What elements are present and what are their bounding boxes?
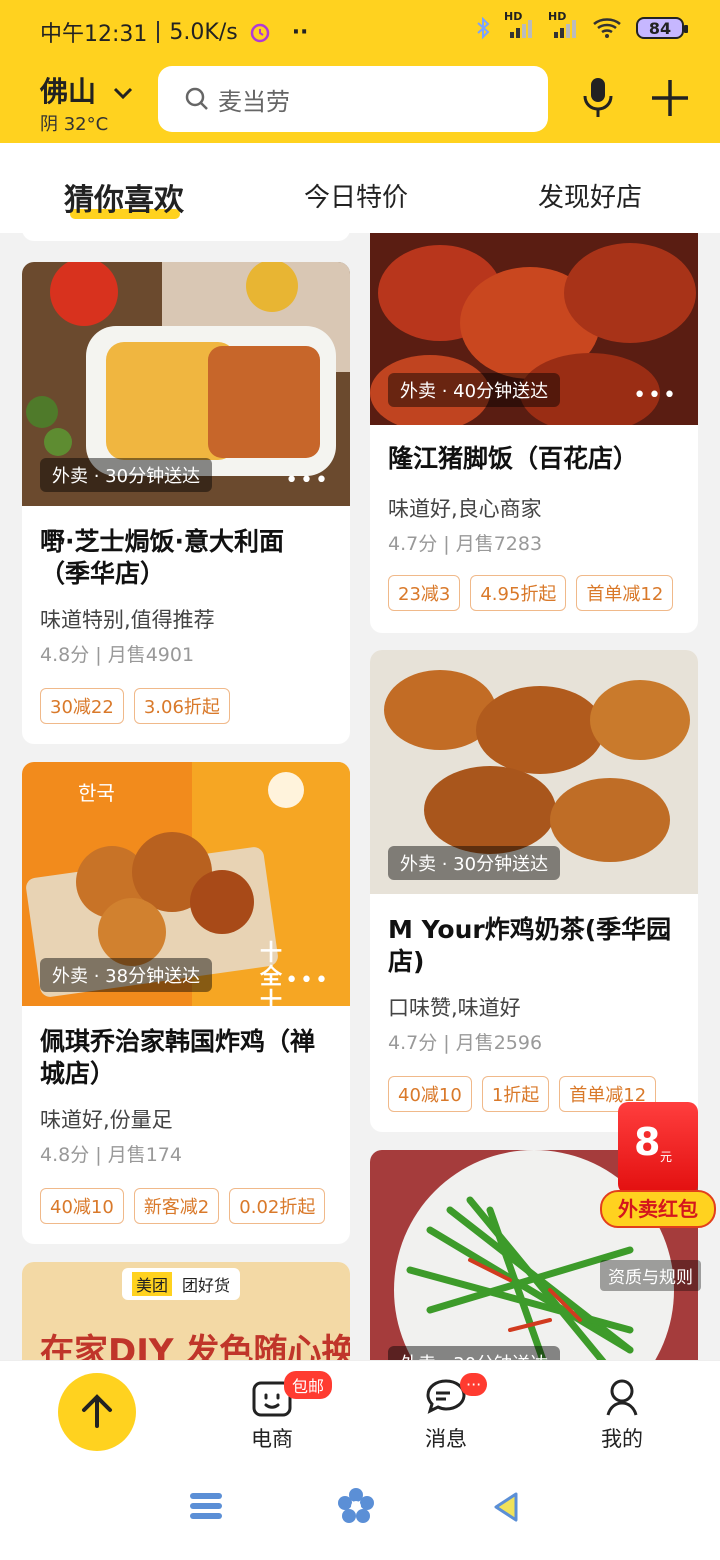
feed-card[interactable]: 한국 十全十美 外卖 · 38分钟送达 ••• 佩琪乔治家韩国炸鸡（禅城店） 味…: [22, 762, 350, 1244]
bluetooth-icon: [477, 17, 490, 39]
network-speed: 5.0K/s: [169, 19, 238, 45]
promo-tag: 1折起: [481, 1076, 550, 1112]
feed-card-partial[interactable]: [22, 233, 350, 241]
red-packet-float[interactable]: 8 元 外卖红包: [596, 1102, 716, 1232]
shop-desc: 口味赞,味道好: [388, 996, 521, 1020]
shop-desc: 味道特别,值得推荐: [40, 608, 215, 632]
promo-tag: 首单减12: [576, 575, 674, 611]
tab-guess-you-like[interactable]: 猜你喜欢: [64, 175, 184, 219]
tab-today-deals[interactable]: 今日特价: [304, 177, 408, 214]
nav-profile[interactable]: 我的: [582, 1375, 662, 1453]
search-input[interactable]: 麦当劳: [158, 66, 548, 132]
red-packet-unit: 元: [660, 1150, 673, 1164]
nav-label: 消息: [425, 1427, 467, 1451]
add-icon[interactable]: [650, 76, 690, 120]
signal-1-icon: HD: [504, 10, 534, 40]
promo-tag: 30减22: [40, 688, 124, 724]
arrow-up-icon: [82, 1394, 112, 1428]
delivery-time-badge: 外卖 · 40分钟送达: [388, 373, 561, 407]
red-packet-amount: 8: [634, 1120, 661, 1164]
promo-tag: 40减10: [388, 1076, 472, 1112]
delivery-time-badge: 外卖 · 38分钟送达: [40, 958, 213, 992]
group-goods-label: 团好货: [182, 1276, 231, 1295]
shop-title: 嘢·芝士焗饭·意大利面（季华店）: [40, 527, 284, 588]
delivery-time-badge: 外卖 · 30分钟送达: [388, 846, 561, 880]
wifi-icon: [593, 18, 621, 38]
nav-label: 电商: [251, 1427, 293, 1451]
shop-rating-sales: 4.8分 | 月售174: [40, 1144, 182, 1166]
search-placeholder: 麦当劳: [218, 87, 290, 116]
shop-title: M Your炸鸡奶茶(季华园店): [388, 915, 672, 976]
promo-tag: 新客减2: [133, 1188, 220, 1224]
shop-rating-sales: 4.8分 | 月售4901: [40, 644, 195, 666]
shop-title: 隆江猪脚饭（百花店）: [388, 444, 639, 473]
status-bar: 中午12:31 5.0K/s ·· HD HD 84: [0, 0, 720, 60]
meituan-label: 美团: [132, 1272, 173, 1296]
feed-card[interactable]: 外卖 · 30分钟送达 ••• 嘢·芝士焗饭·意大利面（季华店） 味道特别,值得…: [22, 262, 350, 744]
message-badge: ···: [460, 1373, 488, 1396]
weather-text: 阴 32°C: [40, 114, 109, 135]
shop-desc: 味道好,份量足: [40, 1108, 173, 1132]
user-icon: [606, 1379, 638, 1416]
chevron-down-icon: [113, 87, 132, 100]
status-time: 中午12:31: [40, 22, 148, 47]
delivery-time-badge: 外卖 · 30分钟送达: [388, 1346, 561, 1360]
back-to-top-button[interactable]: [58, 1373, 136, 1451]
status-more: ··: [291, 19, 309, 45]
more-icon[interactable]: •••: [285, 968, 330, 993]
more-icon[interactable]: •••: [633, 383, 678, 408]
banner-brand-badge: 美团 团好货: [122, 1268, 241, 1300]
city-selector[interactable]: 佛山: [40, 70, 134, 110]
rules-link[interactable]: 资质与规则: [600, 1260, 701, 1291]
alarm-icon: [250, 23, 269, 43]
free-shipping-badge: 包邮: [284, 1371, 333, 1399]
shop-desc: 味道好,良心商家: [388, 497, 542, 521]
shop-title: 佩琪乔治家韩国炸鸡（禅城店）: [40, 1027, 316, 1088]
menu-icon[interactable]: [188, 1490, 224, 1522]
image-text-korea: 한국: [78, 781, 115, 805]
promo-tag: 23减3: [388, 575, 461, 611]
app-header: 中午12:31 5.0K/s ·· HD HD 84 佛山 阴 32°C 麦当劳: [0, 0, 720, 143]
battery-icon: 84: [636, 17, 688, 39]
banner-text: 在家DIY 发色随心换: [40, 1332, 350, 1360]
more-icon[interactable]: •••: [285, 468, 330, 493]
shop-rating-sales: 4.7分 | 月售7283: [388, 533, 543, 555]
home-icon[interactable]: [336, 1486, 376, 1526]
microphone-icon[interactable]: [580, 76, 616, 120]
ad-banner-card[interactable]: 美团 团好货 在家DIY 发色随心换: [22, 1262, 350, 1360]
tab-bar: 猜你喜欢 今日特价 发现好店: [0, 143, 720, 233]
delivery-time-badge: 外卖 · 30分钟送达: [40, 458, 213, 492]
tab-discover-shops[interactable]: 发现好店: [538, 177, 642, 214]
search-icon: [185, 87, 208, 110]
promo-tag: 40减10: [40, 1188, 124, 1224]
promo-tag: 4.95折起: [470, 575, 567, 611]
feed-card[interactable]: 外卖 · 30分钟送达 M Your炸鸡奶茶(季华园店) 口味赞,味道好 4.7…: [370, 650, 698, 1132]
back-icon[interactable]: [492, 1490, 520, 1524]
system-nav-bar: [0, 1464, 720, 1560]
shop-rating-sales: 4.7分 | 月售2596: [388, 1032, 543, 1054]
promo-tag: 0.02折起: [229, 1188, 326, 1224]
bottom-nav: 电商 包邮 消息 ··· 我的: [0, 1360, 720, 1464]
red-packet-label: 外卖红包: [600, 1190, 716, 1228]
signal-2-icon: HD: [548, 10, 578, 40]
nav-label: 我的: [601, 1427, 643, 1451]
feed-card[interactable]: 外卖 · 40分钟送达 ••• 隆江猪脚饭（百花店） 味道好,良心商家 4.7分…: [370, 233, 698, 633]
promo-tag: 3.06折起: [133, 688, 230, 724]
